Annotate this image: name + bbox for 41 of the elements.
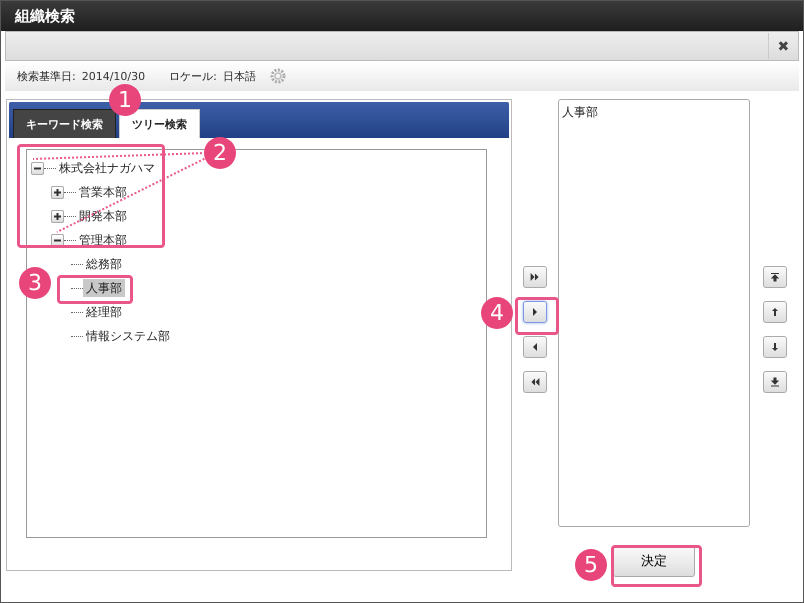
close-button[interactable]: ✖ bbox=[768, 33, 798, 59]
move-up-button[interactable] bbox=[763, 301, 787, 323]
arrow-icon bbox=[530, 307, 540, 317]
tree-item[interactable]: 人事部 bbox=[83, 279, 125, 297]
move-bottom-button[interactable] bbox=[763, 371, 787, 393]
collapse-icon[interactable] bbox=[31, 162, 44, 174]
collapse-icon[interactable] bbox=[51, 234, 64, 246]
tree-item[interactable]: 株式会社ナガハマ bbox=[56, 159, 158, 177]
callout-badge: 2 bbox=[204, 137, 236, 169]
confirm-button[interactable]: 決定 bbox=[613, 545, 695, 577]
arrow-icon bbox=[770, 272, 780, 282]
list-item[interactable]: 人事部 bbox=[562, 104, 746, 121]
add-button[interactable] bbox=[523, 301, 547, 323]
arrow-icon bbox=[530, 272, 540, 282]
locale-value: 日本語 bbox=[222, 68, 256, 84]
callout-badge: 3 bbox=[19, 267, 51, 299]
move-down-button[interactable] bbox=[763, 336, 787, 358]
add-all-button[interactable] bbox=[523, 266, 547, 288]
tree-item[interactable]: 管理本部 bbox=[76, 231, 130, 249]
callout-badge: 5 bbox=[575, 549, 607, 581]
date-label: 検索基準日: bbox=[17, 68, 76, 84]
window-title: 組織検索 bbox=[1, 1, 803, 31]
expand-icon[interactable] bbox=[51, 210, 64, 222]
highlight-frame bbox=[515, 297, 559, 335]
arrow-icon bbox=[530, 377, 540, 387]
expand-icon[interactable] bbox=[51, 186, 64, 198]
tree-item[interactable]: 総務部 bbox=[83, 255, 125, 273]
remove-all-button[interactable] bbox=[523, 371, 547, 393]
tab[interactable]: ツリー検索 bbox=[119, 109, 200, 138]
date-value: 2014/10/30 bbox=[82, 70, 146, 82]
arrow-icon bbox=[770, 377, 780, 387]
remove-button[interactable] bbox=[523, 336, 547, 358]
tree-item[interactable]: 営業本部 bbox=[76, 183, 130, 201]
locale-label: ロケール: bbox=[169, 68, 217, 84]
tree-item[interactable]: 情報システム部 bbox=[83, 327, 173, 345]
callout-badge: 4 bbox=[481, 297, 513, 329]
move-top-button[interactable] bbox=[763, 266, 787, 288]
tab[interactable]: キーワード検索 bbox=[13, 109, 116, 138]
arrow-icon bbox=[770, 307, 780, 317]
arrow-icon bbox=[770, 342, 780, 352]
tree-item[interactable]: 経理部 bbox=[83, 303, 125, 321]
